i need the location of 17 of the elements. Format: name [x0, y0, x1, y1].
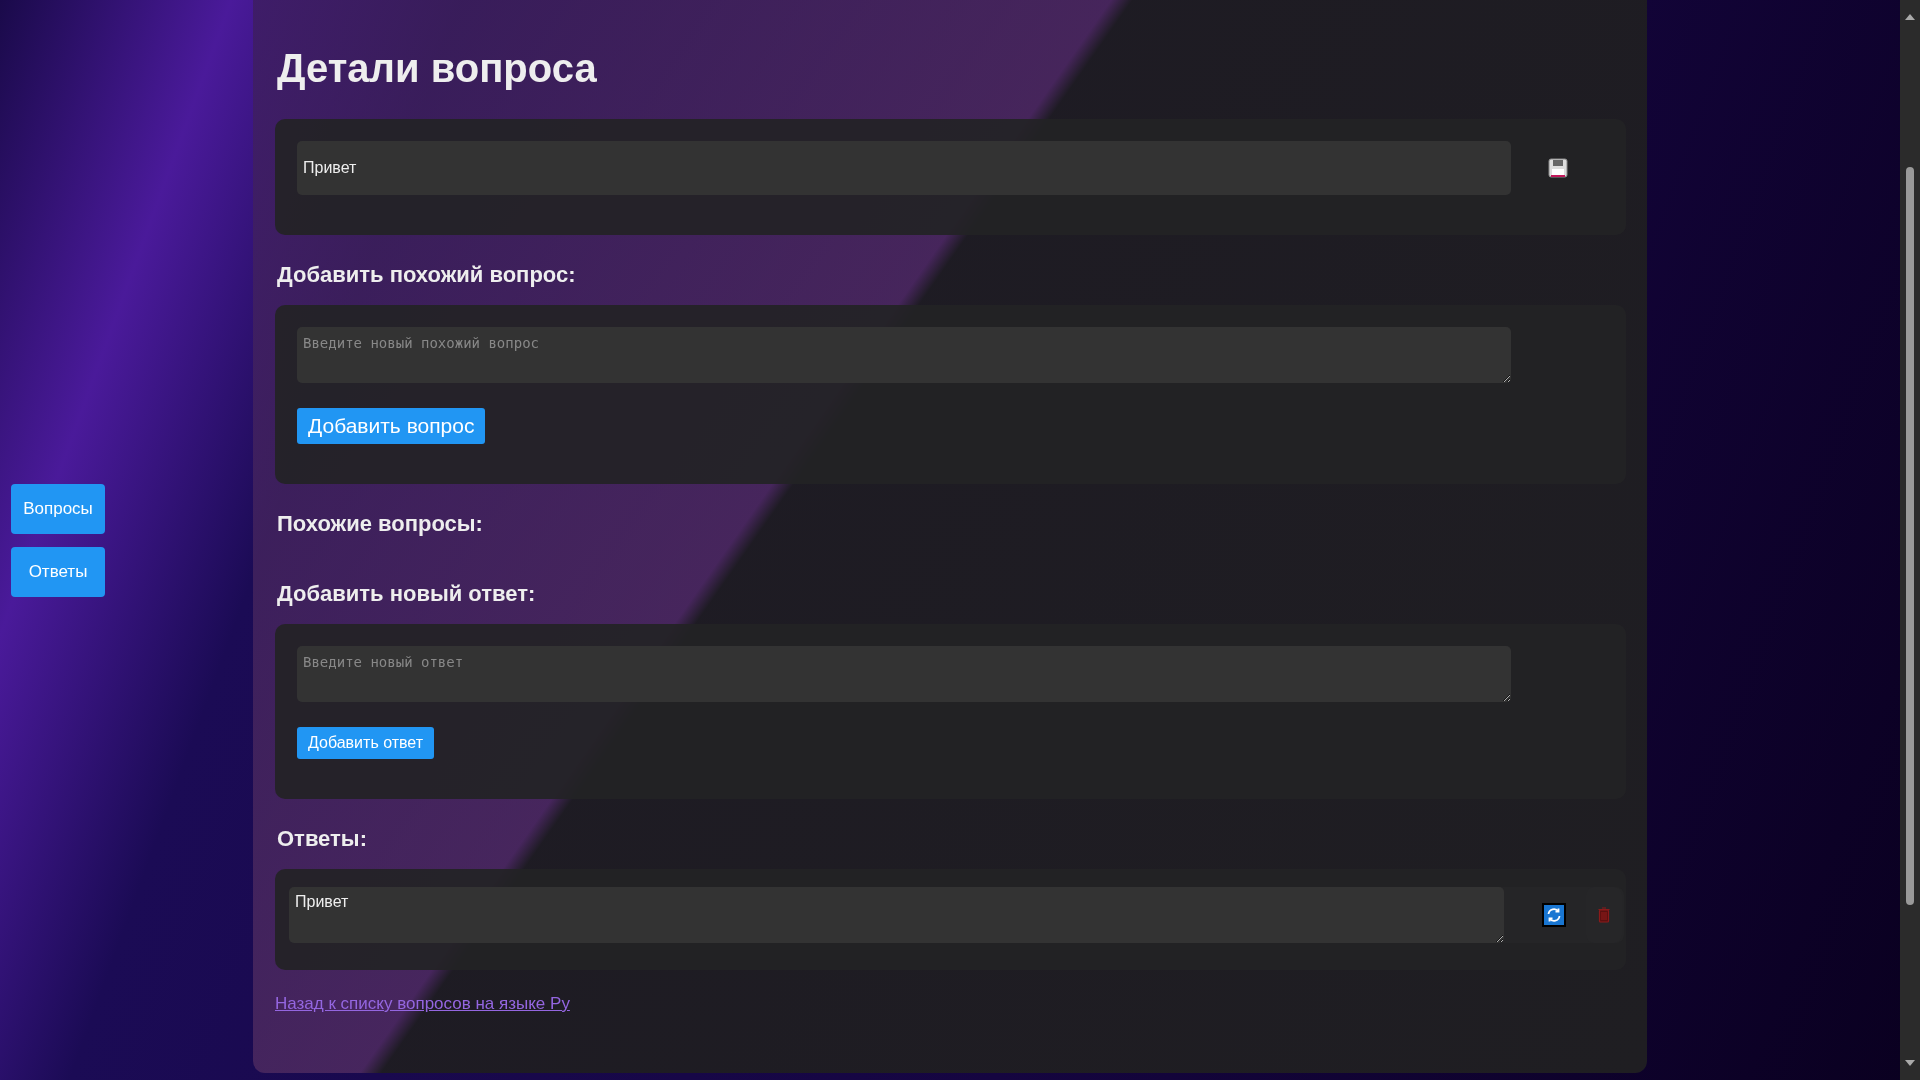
page-title: Детали вопроса	[277, 45, 598, 92]
add-question-button[interactable]: Добавить вопрос	[297, 408, 486, 444]
question-field[interactable]: Привет	[297, 141, 1511, 195]
similar-question-field[interactable]: Введите новый похожий вопрос	[297, 327, 1511, 383]
answer-text-field[interactable]: Привет	[289, 887, 1504, 943]
sidebar-button[interactable]: Ответы	[11, 547, 105, 597]
section-heading: Похожие вопросы:	[276, 510, 484, 538]
scrollbar[interactable]	[1900, 0, 1920, 1080]
save-icon[interactable]	[1546, 156, 1570, 180]
section-heading: Добавить похожий вопрос:	[276, 261, 577, 289]
answer-field[interactable]: Введите новый ответ	[297, 646, 1511, 702]
add-answer-button[interactable]: Добавить ответ	[297, 727, 435, 759]
sidebar-button[interactable]: Вопросы	[11, 484, 105, 534]
section-heading: Ответы:	[276, 825, 368, 853]
back-link[interactable]: Назад к списку вопросов на языке Ру	[275, 994, 570, 1014]
section-heading: Добавить новый ответ:	[276, 580, 537, 608]
refresh-icon[interactable]	[1542, 903, 1566, 927]
